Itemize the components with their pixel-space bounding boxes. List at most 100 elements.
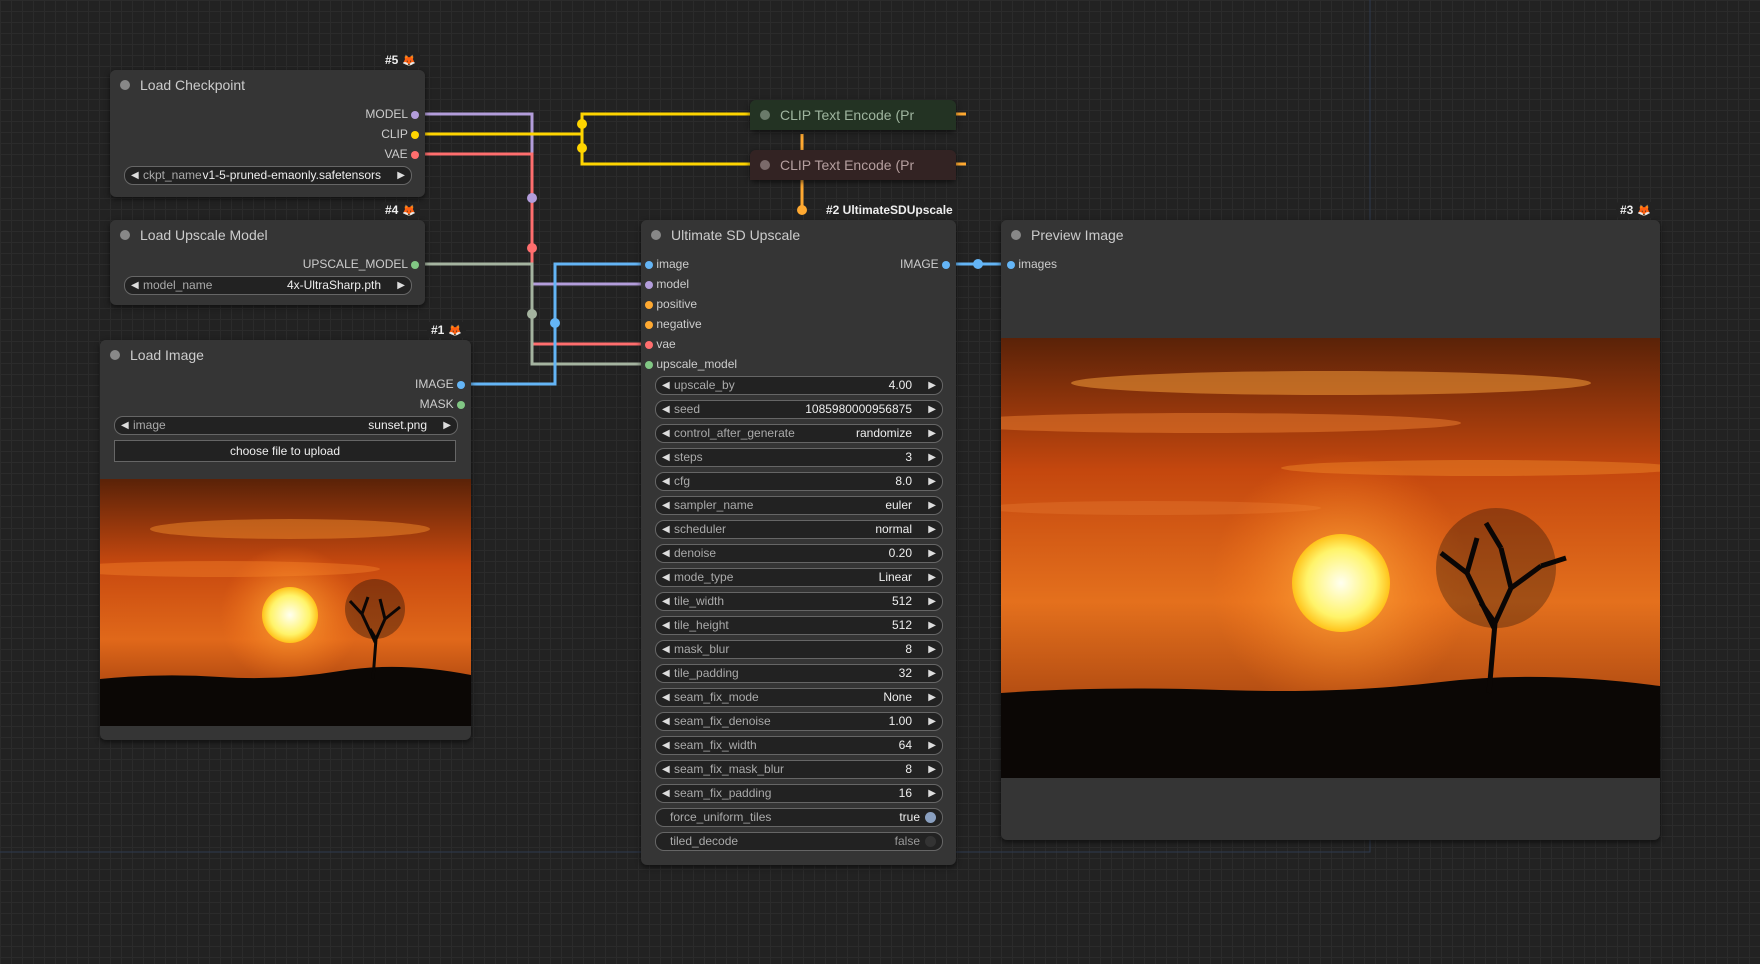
- widget-tile-height[interactable]: ◀ tile_height 512 ▶: [655, 616, 943, 635]
- decrement-arrow[interactable]: ◀: [662, 617, 670, 634]
- decrement-arrow[interactable]: ◀: [662, 545, 670, 562]
- image-select-widget[interactable]: ◀ image sunset.png ▶: [114, 416, 458, 435]
- node-title[interactable]: Load Image: [100, 340, 471, 370]
- increment-arrow[interactable]: ▶: [928, 569, 936, 586]
- decrement-arrow[interactable]: ◀: [662, 665, 670, 682]
- increment-arrow[interactable]: ▶: [928, 713, 936, 730]
- increment-arrow[interactable]: ▶: [928, 401, 936, 418]
- increment-arrow[interactable]: ▶: [397, 277, 405, 294]
- model-name-widget[interactable]: ◀ model_name 4x-UltraSharp.pth ▶: [124, 276, 412, 295]
- decrement-arrow[interactable]: ◀: [662, 641, 670, 658]
- decrement-arrow[interactable]: ◀: [662, 377, 670, 394]
- widget-steps[interactable]: ◀ steps 3 ▶: [655, 448, 943, 467]
- widget-cfg[interactable]: ◀ cfg 8.0 ▶: [655, 472, 943, 491]
- collapse-dot[interactable]: [120, 230, 130, 240]
- decrement-arrow[interactable]: ◀: [131, 277, 139, 294]
- decrement-arrow[interactable]: ◀: [662, 713, 670, 730]
- widget-tile-width[interactable]: ◀ tile_width 512 ▶: [655, 592, 943, 611]
- widget-seam-fix-mode[interactable]: ◀ seam_fix_mode None ▶: [655, 688, 943, 707]
- decrement-arrow[interactable]: ◀: [131, 167, 139, 184]
- collapse-dot[interactable]: [120, 80, 130, 90]
- decrement-arrow[interactable]: ◀: [121, 417, 129, 434]
- increment-arrow[interactable]: ▶: [928, 593, 936, 610]
- widget-tile-padding[interactable]: ◀ tile_padding 32 ▶: [655, 664, 943, 683]
- node-title[interactable]: Load Checkpoint: [110, 70, 425, 100]
- decrement-arrow[interactable]: ◀: [662, 473, 670, 490]
- input-images[interactable]: images: [1007, 254, 1057, 274]
- collapse-dot[interactable]: [110, 350, 120, 360]
- output-upscale-model[interactable]: UPSCALE_MODEL: [303, 254, 419, 274]
- widget-seam-fix-padding[interactable]: ◀ seam_fix_padding 16 ▶: [655, 784, 943, 803]
- increment-arrow[interactable]: ▶: [928, 641, 936, 658]
- widget-control-after-generate[interactable]: ◀ control_after_generate randomize ▶: [655, 424, 943, 443]
- increment-arrow[interactable]: ▶: [928, 377, 936, 394]
- output-clip[interactable]: CLIP: [381, 124, 419, 144]
- decrement-arrow[interactable]: ◀: [662, 737, 670, 754]
- input-image[interactable]: image: [645, 254, 689, 274]
- widget-seed[interactable]: ◀ seed 1085980000956875 ▶: [655, 400, 943, 419]
- widget-seam-fix-mask-blur[interactable]: ◀ seam_fix_mask_blur 8 ▶: [655, 760, 943, 779]
- decrement-arrow[interactable]: ◀: [662, 593, 670, 610]
- increment-arrow[interactable]: ▶: [443, 417, 451, 434]
- output-model[interactable]: MODEL: [365, 104, 419, 124]
- ultimate-sd-upscale-node[interactable]: Ultimate SD Upscale image model positive…: [641, 220, 956, 865]
- collapse-dot[interactable]: [760, 160, 770, 170]
- input-model[interactable]: model: [645, 274, 689, 294]
- output-vae[interactable]: VAE: [385, 144, 419, 164]
- increment-arrow[interactable]: ▶: [928, 617, 936, 634]
- input-negative[interactable]: negative: [645, 314, 702, 334]
- decrement-arrow[interactable]: ◀: [662, 569, 670, 586]
- increment-arrow[interactable]: ▶: [928, 785, 936, 802]
- widget-mask-blur[interactable]: ◀ mask_blur 8 ▶: [655, 640, 943, 659]
- node-title[interactable]: Load Upscale Model: [110, 220, 425, 250]
- load-image-node[interactable]: Load Image IMAGE MASK ◀ image sunset.png…: [100, 340, 471, 740]
- toggle-tiled-decode[interactable]: tiled_decode false: [655, 832, 943, 851]
- widget-scheduler[interactable]: ◀ scheduler normal ▶: [655, 520, 943, 539]
- toggle-force-uniform-tiles[interactable]: force_uniform_tiles true: [655, 808, 943, 827]
- collapse-dot[interactable]: [760, 110, 770, 120]
- upload-button[interactable]: choose file to upload: [114, 440, 456, 462]
- node-title[interactable]: CLIP Text Encode (Pr: [750, 100, 956, 130]
- input-upscale-model[interactable]: upscale_model: [645, 354, 737, 374]
- increment-arrow[interactable]: ▶: [397, 167, 405, 184]
- output-mask[interactable]: MASK: [420, 394, 465, 414]
- increment-arrow[interactable]: ▶: [928, 473, 936, 490]
- toggle-knob[interactable]: [925, 836, 936, 847]
- output-image[interactable]: IMAGE: [415, 374, 465, 394]
- increment-arrow[interactable]: ▶: [928, 761, 936, 778]
- increment-arrow[interactable]: ▶: [928, 521, 936, 538]
- widget-denoise[interactable]: ◀ denoise 0.20 ▶: [655, 544, 943, 563]
- widget-seam-fix-width[interactable]: ◀ seam_fix_width 64 ▶: [655, 736, 943, 755]
- ckpt-name-widget[interactable]: ◀ ckpt_name v1-5-pruned-emaonly.safetens…: [124, 166, 412, 185]
- increment-arrow[interactable]: ▶: [928, 425, 936, 442]
- input-vae[interactable]: vae: [645, 334, 676, 354]
- increment-arrow[interactable]: ▶: [928, 665, 936, 682]
- clip-text-encode-negative-node[interactable]: CLIP Text Encode (Pr: [750, 150, 956, 180]
- increment-arrow[interactable]: ▶: [928, 545, 936, 562]
- toggle-knob[interactable]: [925, 812, 936, 823]
- node-title[interactable]: CLIP Text Encode (Pr: [750, 150, 956, 180]
- decrement-arrow[interactable]: ◀: [662, 785, 670, 802]
- decrement-arrow[interactable]: ◀: [662, 689, 670, 706]
- node-title[interactable]: Preview Image: [1001, 220, 1660, 250]
- input-positive[interactable]: positive: [645, 294, 697, 314]
- widget-sampler-name[interactable]: ◀ sampler_name euler ▶: [655, 496, 943, 515]
- preview-image-node[interactable]: Preview Image images: [1001, 220, 1660, 840]
- increment-arrow[interactable]: ▶: [928, 497, 936, 514]
- clip-text-encode-positive-node[interactable]: CLIP Text Encode (Pr: [750, 100, 956, 130]
- decrement-arrow[interactable]: ◀: [662, 449, 670, 466]
- node-title[interactable]: Ultimate SD Upscale: [641, 220, 956, 250]
- increment-arrow[interactable]: ▶: [928, 737, 936, 754]
- output-image[interactable]: IMAGE: [900, 254, 950, 274]
- increment-arrow[interactable]: ▶: [928, 449, 936, 466]
- decrement-arrow[interactable]: ◀: [662, 761, 670, 778]
- increment-arrow[interactable]: ▶: [928, 689, 936, 706]
- decrement-arrow[interactable]: ◀: [662, 401, 670, 418]
- decrement-arrow[interactable]: ◀: [662, 521, 670, 538]
- widget-upscale-by[interactable]: ◀ upscale_by 4.00 ▶: [655, 376, 943, 395]
- decrement-arrow[interactable]: ◀: [662, 497, 670, 514]
- widget-seam-fix-denoise[interactable]: ◀ seam_fix_denoise 1.00 ▶: [655, 712, 943, 731]
- collapse-dot[interactable]: [1011, 230, 1021, 240]
- load-upscale-model-node[interactable]: Load Upscale Model UPSCALE_MODEL ◀ model…: [110, 220, 425, 305]
- collapse-dot[interactable]: [651, 230, 661, 240]
